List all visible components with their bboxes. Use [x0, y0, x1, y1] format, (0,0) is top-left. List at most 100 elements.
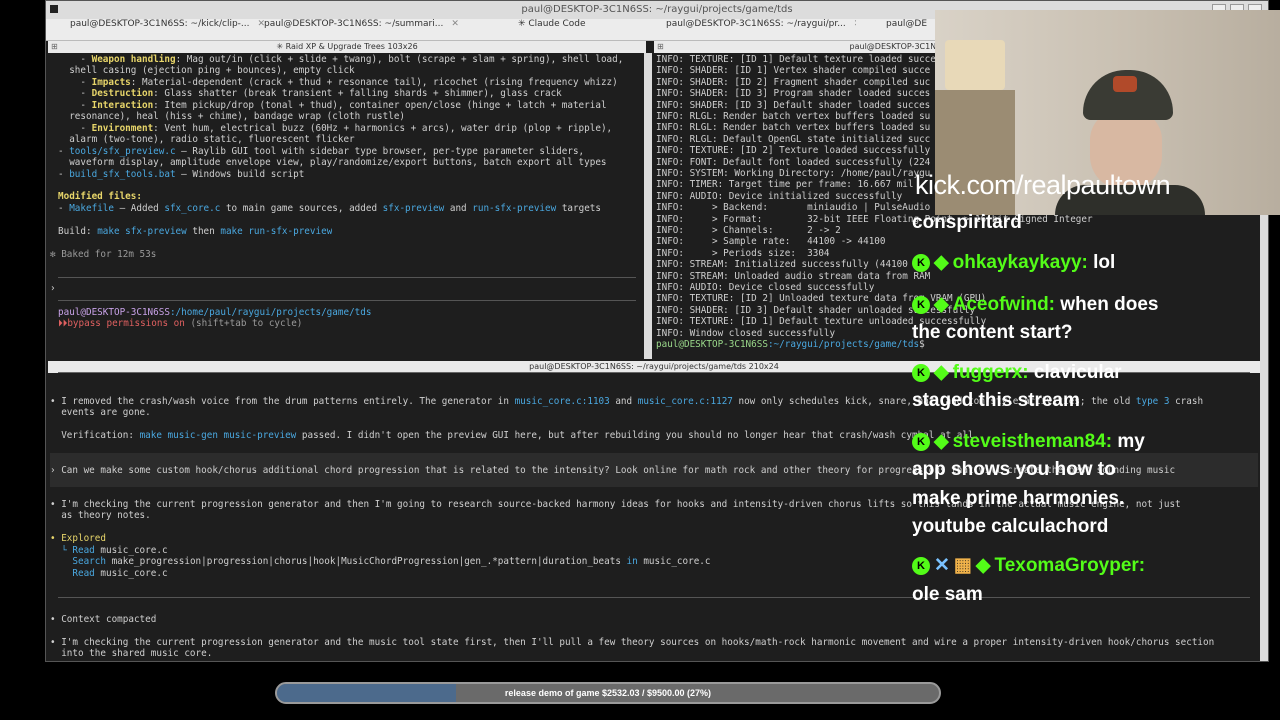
log-line: INFO: RLGL: Render batch vertex buffers … [656, 111, 931, 122]
divider [58, 277, 636, 278]
log-line: - build_sfx_tools.bat — Windows build sc… [58, 169, 305, 180]
chat-message: K ◆ fuggerx: clavicular [912, 361, 1122, 384]
log-line: shell casing (ejection ping + bounces), … [58, 65, 355, 76]
log-line: events are gone. [50, 407, 151, 418]
log-line: - Environment: Vent hum, electrical buzz… [58, 123, 613, 134]
log-line: INFO: TIMER: Target time per frame: 16.6… [656, 179, 914, 191]
log-line: waveform display, amplitude envelope vie… [58, 157, 607, 168]
kick-badge-icon: K [912, 296, 930, 314]
chat-message-cont: app shows you how to [912, 459, 1116, 480]
gem-icon: ◆ [934, 431, 949, 452]
window-title: paul@DESKTOP-3C1N6SS: ~/raygui/projects/… [521, 4, 793, 15]
sword-icon: ✕ [934, 555, 950, 576]
tab-label: ✳ Claude Code [518, 19, 586, 29]
chat-message-cont: the content start? [912, 322, 1073, 343]
log-line: as theory notes. [50, 510, 151, 521]
chat-message: K ✕ ▦ ◆ TexomaGroyper: [912, 554, 1145, 577]
desktop: paul@DESKTOP-3C1N6SS: ~/raygui/projects/… [0, 0, 1280, 720]
goal-label: release demo of game $2532.03 / $9500.00… [504, 688, 712, 698]
tab-label: paul@DESKTOP-3C1N6SS: ~/summari... [264, 19, 444, 29]
log-line: INFO: RLGL: Default OpenGL state initial… [656, 133, 931, 145]
log-line: INFO: > Sample rate: 44100 -> 44100 [656, 236, 886, 248]
gift-icon: ▦ [953, 555, 972, 576]
close-tab-icon[interactable]: ✕ [451, 19, 459, 29]
pane-claude[interactable]: ⊞ ✳ Raid XP & Upgrade Trees 103x26 - Weap… [48, 41, 646, 361]
log-line: Read music_core.c [50, 568, 168, 579]
log-line: INFO: SHADER: [ID 3] Program shader load… [656, 88, 931, 100]
prompt-input[interactable]: › [50, 283, 56, 294]
log-line: INFO: > Backend: miniaudio | PulseAudio [656, 202, 931, 214]
log-line: - tools/sfx_preview.c — Raylib GUI tool … [58, 146, 585, 157]
pin-icon: ⊞ [51, 42, 58, 51]
cwd-line: paul@DESKTOP-3C1N6SS:/home/paul/raygui/p… [58, 307, 372, 318]
kick-badge-icon: K [912, 254, 930, 272]
pane-scrollbar[interactable] [644, 53, 652, 359]
tab-summari[interactable]: paul@DESKTOP-3C1N6SS: ~/summari... ✕ [264, 19, 464, 41]
log-line: INFO: STREAM: Unloaded audio stream data… [656, 270, 931, 282]
tab-label: paul@DE [886, 19, 928, 29]
tab-kick-clip[interactable]: paul@DESKTOP-3C1N6SS: ~/kick/clip-... ✕ [70, 19, 270, 41]
chat-message: conspiritard [912, 212, 1022, 233]
chat-message-cont: make prime harmonies. [912, 488, 1125, 509]
log-line: INFO: Window closed successfully [656, 327, 836, 339]
gem-icon: ◆ [934, 294, 949, 315]
kick-badge-icon: K [912, 433, 930, 451]
kick-badge-icon: K [912, 364, 930, 382]
log-line: • I'm checking the current progression g… [50, 637, 1215, 648]
chat-message: K ◆ ohkaykaykayy: lol [912, 251, 1115, 274]
log-line: INFO: TEXTURE: [ID 2] Texture loaded suc… [656, 145, 931, 157]
gem-icon: ◆ [934, 362, 949, 383]
close-tab-icon[interactable]: ✕ [854, 19, 856, 29]
tab-label: paul@DESKTOP-3C1N6SS: ~/kick/clip-... [70, 19, 250, 29]
chat-message-cont: ole sam [912, 584, 983, 605]
log-line: INFO: > Periods size: 3304 [656, 247, 830, 259]
tab-label: paul@DESKTOP-3C1N6SS: ~/raygui/pr... [666, 19, 846, 29]
pane-title: paul@DESKTOP-3C1N6SS: ~/raygui/projects/… [529, 362, 779, 371]
kick-badge-icon: K [912, 557, 930, 575]
log-line: - Destruction: Glass shatter (break tran… [58, 88, 562, 99]
tab-claude-code[interactable]: ✳ Claude Code [518, 19, 668, 41]
log-line: Verification: make music-gen music-previ… [50, 430, 980, 441]
log-line: - Weapon handling: Mag out/in (click + s… [58, 54, 624, 65]
log-line: └ Read music_core.c [50, 545, 168, 556]
chat-message: K ◆ steveistheman84: my [912, 430, 1145, 453]
log-line: INFO: > Format: 32-bit IEEE Floating Poi… [656, 213, 1093, 225]
chat-message: K ◆ Aceofwind: when does [912, 293, 1158, 316]
log-line: INFO: SHADER: [ID 1] Vertex shader compi… [656, 65, 931, 77]
log-line: - Impacts: Material-dependent (crack + t… [58, 77, 618, 88]
log-line: - Interaction: Item pickup/drop (tonal +… [58, 100, 607, 111]
tab-raygui[interactable]: paul@DESKTOP-3C1N6SS: ~/raygui/pr... ✕ [666, 19, 856, 41]
log-line: INFO: SYSTEM: Working Directory: /home/p… [656, 168, 931, 179]
shell-prompt[interactable]: paul@DESKTOP-3C1N6SS:~/raygui/projects/g… [656, 339, 930, 350]
log-line: • Context compacted [50, 614, 157, 625]
log-line: INFO: STREAM: Initialized successfully (… [656, 259, 908, 271]
pane-header: ⊞ ✳ Raid XP & Upgrade Trees 103x26 [48, 41, 646, 53]
baked-status: ✻ Baked for 12m 53s [50, 249, 157, 260]
log-line: alarm (two-tone), radio static, fluoresc… [58, 134, 355, 145]
gem-icon: ◆ [975, 555, 991, 576]
log-line: Build: make sfx-preview then make run-sf… [58, 226, 333, 237]
log-line: INFO: SHADER: [ID 3] Default shader load… [656, 99, 931, 111]
divider [58, 597, 1250, 598]
pane-title: ✳ Raid XP & Upgrade Trees 103x26 [276, 42, 418, 51]
log-line: - Makefile — Added sfx_core.c to main ga… [58, 203, 601, 214]
log-line: INFO: FONT: Default font loaded successf… [656, 156, 931, 168]
log-line: INFO: AUDIO: Device closed successfully [656, 282, 875, 293]
chat-message-cont: staged this stream [912, 390, 1080, 411]
log-line: Search make_progression|progression|chor… [50, 556, 711, 567]
app-icon [50, 5, 58, 13]
donation-goal-bar: release demo of game $2532.03 / $9500.00… [275, 682, 941, 704]
pin-icon: ⊞ [657, 42, 664, 51]
gem-icon: ◆ [934, 252, 949, 273]
log-line: INFO: > Channels: 2 -> 2 [656, 225, 841, 236]
kick-url: kick.com/realpaultown [915, 170, 1171, 200]
divider [58, 300, 636, 301]
log-line: INFO: TEXTURE: [ID 1] Default texture lo… [656, 54, 936, 65]
explored-heading: • Explored [50, 533, 106, 544]
log-line: resonance), heal (hiss + chime), bandage… [58, 111, 406, 122]
log-line: INFO: RLGL: Render batch vertex buffers … [656, 122, 931, 134]
log-line: INFO: AUDIO: Device initialized successf… [656, 190, 903, 202]
log-line: INFO: SHADER: [ID 2] Fragment shader com… [656, 76, 931, 88]
log-line: into the shared music core. [50, 648, 213, 659]
modified-files-heading: Modified files: [58, 191, 142, 202]
